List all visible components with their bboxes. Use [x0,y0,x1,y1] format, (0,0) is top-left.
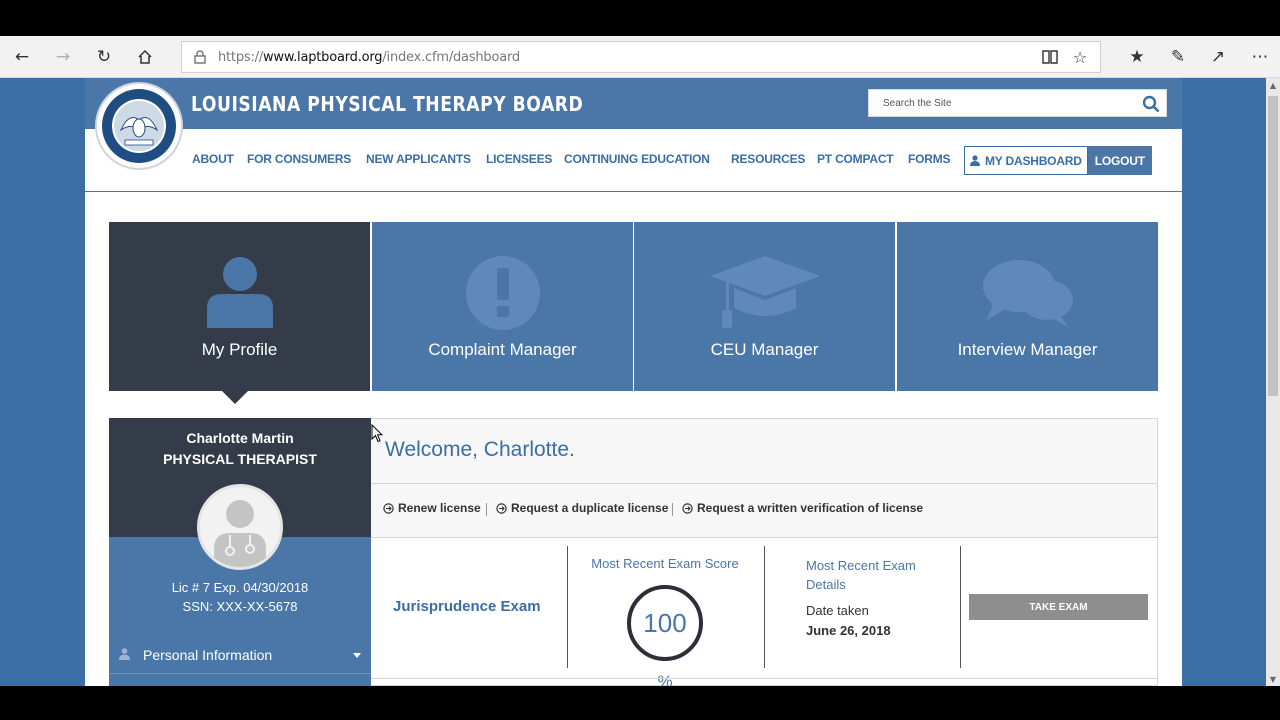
take-exam-button[interactable]: TAKE EXAM [969,594,1148,620]
tile-label: CEU Manager [710,340,819,359]
welcome-row: Welcome, Charlotte. [371,419,1157,484]
separator [672,503,673,516]
site-container: LOUISIANA PHYSICAL THERAPY BOARD ABOUT F… [85,78,1182,686]
reading-view-icon[interactable] [1038,46,1062,68]
favorite-star-icon[interactable]: ☆ [1068,46,1092,68]
search-box[interactable] [868,89,1167,117]
tile-ceu-manager[interactable]: CEU Manager [634,222,895,391]
tile-complaint-manager[interactable]: Complaint Manager [372,222,633,391]
request-duplicate-license-link[interactable]: Request a duplicate license [496,501,668,515]
top-black-bar [0,0,1280,36]
score-value: 100 [643,607,687,638]
date-taken-value: June 26, 2018 [806,623,891,638]
more-icon[interactable]: ⋯ [1246,44,1274,70]
request-written-verification-label: Request a written verification of licens… [697,501,924,515]
bottom-black-bar [0,686,1280,720]
vertical-scrollbar[interactable]: ▲ ▼ [1266,78,1280,686]
active-tile-pointer [222,391,248,404]
url-text[interactable]: https://www.laptboard.org/index.cfm/dash… [218,50,520,65]
notes-pen-icon[interactable]: ✎ [1164,44,1192,70]
main-navigation: ABOUT FOR CONSUMERS NEW APPLICANTS LICEN… [85,129,1182,192]
profile-sidebar: Charlotte Martin PHYSICAL THERAPIST Lic … [109,418,371,686]
my-dashboard-button[interactable]: MY DASHBOARD [964,146,1088,175]
chevron-down-icon[interactable] [353,653,361,658]
nav-resources[interactable]: RESOURCES [731,152,805,166]
account-buttons: MY DASHBOARD LOGOUT [964,146,1152,175]
address-bar[interactable]: https://www.laptboard.org/index.cfm/dash… [181,41,1101,73]
separator [486,503,487,516]
mouse-cursor-icon [371,424,383,443]
dashboard-main: Welcome, Charlotte. Renew license Reques… [371,418,1158,686]
refresh-icon[interactable]: ↻ [90,44,118,70]
my-dashboard-label: MY DASHBOARD [985,153,1082,168]
exclamation-icon [465,256,540,330]
personal-information-menu[interactable]: Personal Information [109,638,371,674]
home-icon[interactable] [131,44,159,70]
score-label: Most Recent Exam Score [591,556,739,571]
browser-toolbar: ← → ↻ https://www.laptboard.org/index.cf… [0,36,1280,78]
ssn-info: SSN: XXX-XX-5678 [182,599,298,614]
renew-license-label: Renew license [398,501,481,515]
doctor-avatar-icon [214,500,266,567]
renew-license-link[interactable]: Renew license [383,501,481,515]
back-icon[interactable]: ← [8,44,36,70]
welcome-heading: Welcome, Charlotte. [385,438,575,461]
tile-label: Interview Manager [957,340,1098,359]
avatar [197,484,283,570]
tile-my-profile[interactable]: My Profile [109,222,370,391]
divider [567,546,568,668]
nav-pt-compact[interactable]: PT COMPACT [817,152,894,166]
profile-title: PHYSICAL THERAPIST [163,451,317,467]
nav-forms[interactable]: FORMS [908,152,951,166]
chat-bubbles-icon [982,260,1073,328]
user-icon [970,155,980,166]
circle-arrow-icon [682,502,693,514]
exam-row: Jurisprudence Exam Most Recent Exam Scor… [371,538,1157,686]
request-duplicate-license-label: Request a duplicate license [511,501,669,515]
forward-icon[interactable]: → [49,44,77,70]
divider [960,546,961,668]
circle-arrow-icon [383,502,394,514]
license-actions: Renew license Request a duplicate licens… [371,484,1157,538]
site-header: LOUISIANA PHYSICAL THERAPY BOARD [85,78,1182,129]
favorites-icon[interactable]: ★ [1123,44,1151,70]
tile-label: Complaint Manager [428,340,577,359]
graduation-cap-icon [709,256,820,328]
profile-name: Charlotte Martin [186,430,294,446]
lock-icon [194,50,206,64]
divider [764,546,765,668]
tile-interview-manager[interactable]: Interview Manager [897,222,1158,391]
exam-name[interactable]: Jurisprudence Exam [393,598,541,615]
scrollbar-thumb[interactable] [1268,96,1278,396]
search-icon[interactable] [1142,95,1160,113]
circle-arrow-icon [496,502,507,514]
request-written-verification-link[interactable]: Request a written verification of licens… [682,501,923,515]
license-info: Lic # 7 Exp. 04/30/2018 [171,580,309,595]
nav-about[interactable]: ABOUT [192,152,234,166]
nav-licensees[interactable]: LICENSEES [486,152,552,166]
score-circle: 100 [627,585,703,661]
exam-details-label: Most Recent Exam Details [806,558,916,592]
site-title[interactable]: LOUISIANA PHYSICAL THERAPY BOARD [191,92,583,116]
user-icon [119,648,130,660]
personal-information-label: Personal Information [143,647,273,663]
share-icon[interactable]: ↗ [1204,44,1232,70]
scroll-up-icon[interactable]: ▲ [1266,78,1280,92]
divider [371,678,1157,679]
nav-new-applicants[interactable]: NEW APPLICANTS [366,152,471,166]
tile-label: My Profile [201,340,278,359]
date-taken-label: Date taken [806,603,869,618]
user-icon [206,257,273,328]
nav-continuing-education[interactable]: CONTINUING EDUCATION [564,152,710,166]
logout-button[interactable]: LOGOUT [1087,146,1152,175]
search-input[interactable] [869,90,1129,116]
score-unit: % [657,672,673,686]
page-viewport: LOUISIANA PHYSICAL THERAPY BOARD ABOUT F… [0,78,1266,686]
nav-for-consumers[interactable]: FOR CONSUMERS [247,152,351,166]
scroll-down-icon[interactable]: ▼ [1266,672,1280,686]
